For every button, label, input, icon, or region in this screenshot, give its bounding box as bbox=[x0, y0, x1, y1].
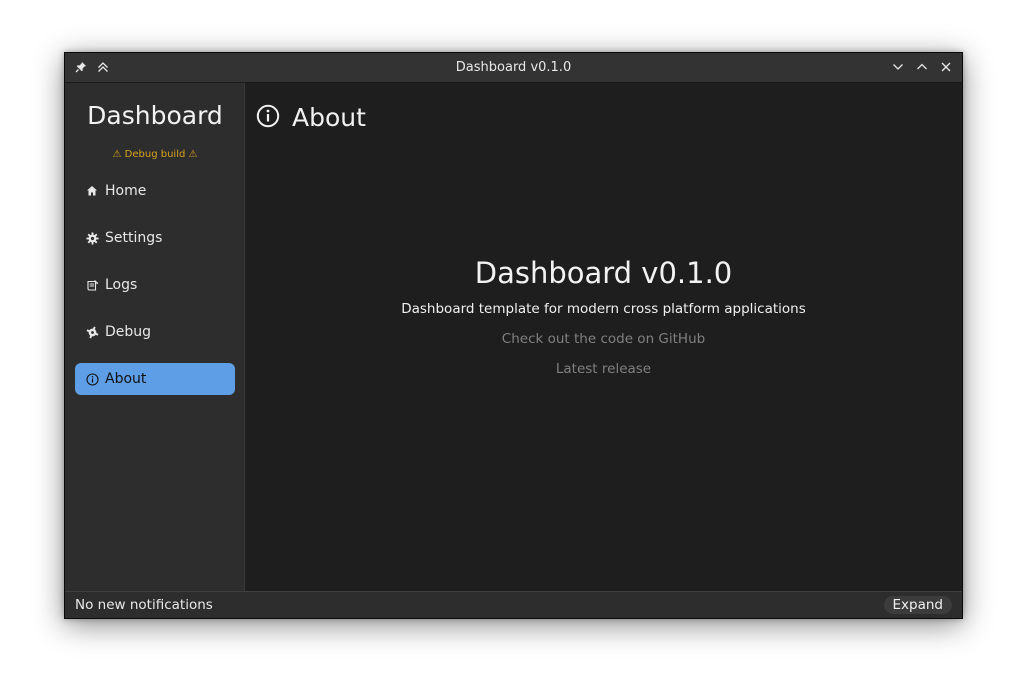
sidebar-item-settings[interactable]: Settings bbox=[75, 222, 235, 254]
sidebar-item-label: Settings bbox=[105, 230, 163, 246]
close-icon[interactable] bbox=[938, 59, 954, 75]
sidebar-item-debug[interactable]: Debug bbox=[75, 316, 235, 348]
notifications-status: No new notifications bbox=[75, 597, 213, 613]
sidebar-item-label: Debug bbox=[105, 324, 152, 340]
about-section: Dashboard v0.1.0 Dashboard template for … bbox=[245, 253, 962, 377]
app-description: Dashboard template for modern cross plat… bbox=[401, 301, 806, 317]
sidebar-item-label: Logs bbox=[105, 277, 138, 293]
page-header: About bbox=[256, 103, 366, 132]
info-icon bbox=[84, 371, 100, 387]
minimize-icon[interactable] bbox=[890, 59, 906, 75]
sidebar-item-label: About bbox=[105, 371, 147, 387]
info-icon bbox=[256, 104, 280, 132]
sidebar-item-logs[interactable]: Logs bbox=[75, 269, 235, 301]
github-link[interactable]: Check out the code on GitHub bbox=[245, 331, 962, 347]
sidebar-item-about[interactable]: About bbox=[75, 363, 235, 395]
app-window: Dashboard v0.1.0 Dashboard ⚠ Debug build… bbox=[64, 52, 963, 619]
window-title: Dashboard v0.1.0 bbox=[455, 60, 572, 75]
latest-release-link[interactable]: Latest release bbox=[245, 361, 962, 377]
home-icon bbox=[84, 183, 100, 199]
app-name-version: Dashboard v0.1.0 bbox=[474, 256, 733, 290]
page-title: About bbox=[292, 103, 366, 132]
bug-icon bbox=[84, 324, 100, 340]
status-bar: No new notifications Expand bbox=[65, 591, 962, 618]
title-bar[interactable]: Dashboard v0.1.0 bbox=[65, 53, 962, 83]
debug-build-badge: ⚠ Debug build ⚠ bbox=[112, 149, 198, 160]
maximize-icon[interactable] bbox=[914, 59, 930, 75]
gear-icon bbox=[84, 230, 100, 246]
sidebar-item-home[interactable]: Home bbox=[75, 175, 235, 207]
sidebar-item-label: Home bbox=[105, 183, 147, 199]
sidebar: Dashboard ⚠ Debug build ⚠ Home Settings … bbox=[65, 83, 245, 591]
logs-icon bbox=[84, 277, 100, 293]
expand-button[interactable]: Expand bbox=[883, 596, 952, 614]
sidebar-brand: Dashboard bbox=[87, 101, 223, 130]
